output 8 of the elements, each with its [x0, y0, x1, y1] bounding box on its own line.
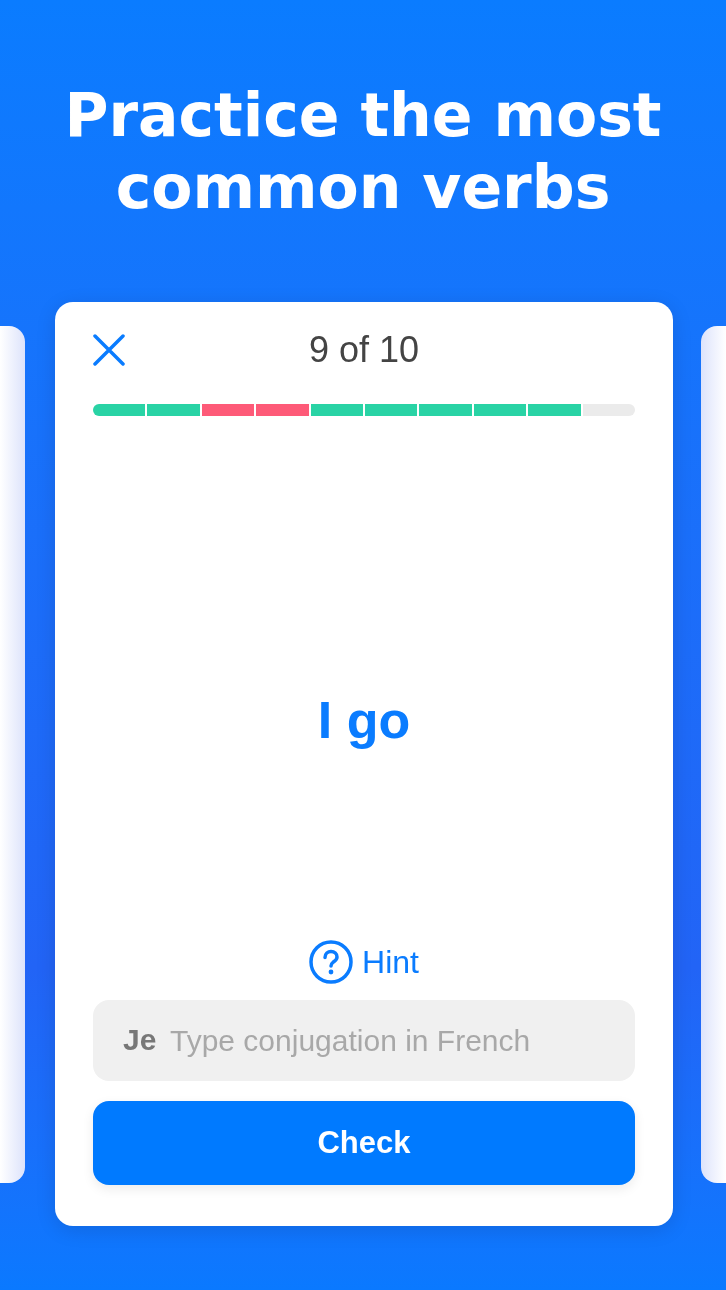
close-icon [93, 334, 125, 366]
page-title: Practice the most common verbs [63, 79, 663, 223]
check-button[interactable]: Check [93, 1101, 635, 1185]
question-counter: 9 of 10 [308, 330, 420, 370]
prompt-text: I go [317, 690, 411, 750]
question-icon [309, 940, 354, 984]
pronoun-label: Je [123, 1022, 157, 1058]
hint-button[interactable]: Hint [309, 940, 419, 984]
